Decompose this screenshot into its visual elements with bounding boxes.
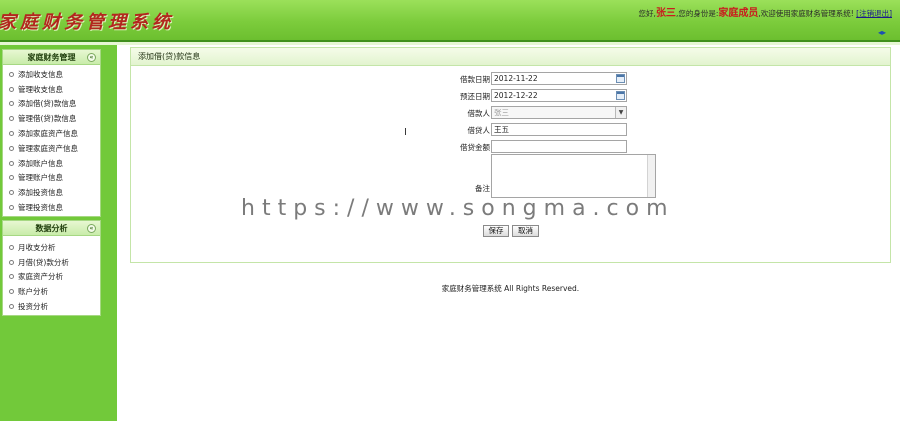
sidebar-item-label: 管理借(贷)款信息 (18, 114, 77, 124)
bullet-icon (9, 160, 14, 166)
bullet-icon (9, 116, 14, 122)
borrower-value: 张三 (494, 108, 509, 117)
user-name: 张三 (655, 8, 676, 19)
sidebar-item-label: 管理收支信息 (18, 84, 63, 94)
bullet-icon (9, 71, 14, 77)
sidebar-item-manage-loan[interactable]: 管理借(贷)款信息 (3, 111, 100, 126)
sidebar-item-label: 添加家庭资产信息 (18, 129, 78, 139)
sidebar-item-label: 添加账户信息 (18, 158, 63, 168)
greeting-prefix: 您好, (638, 9, 656, 18)
sidebar-item-label: 账户分析 (18, 287, 48, 297)
sidebar-item-manage-asset[interactable]: 管理家庭资产信息 (3, 141, 100, 156)
bullet-icon (9, 175, 14, 181)
user-info-bar: 您好,张三,您的身份是:家庭成员,欢迎使用家庭财务管理系统! [注销退出] (639, 4, 892, 19)
page-title: 添加借(贷)款信息 (131, 48, 890, 66)
header-strip (0, 42, 900, 45)
watermark-text: https://www.songma.com (241, 196, 675, 221)
sidebar-item-add-asset[interactable]: 添加家庭资产信息 (3, 126, 100, 141)
remark-label: 备注 (475, 184, 490, 193)
bullet-icon (9, 304, 14, 310)
sidebar-item-label: 月借(贷)款分析 (18, 257, 69, 267)
sidebar-item-label: 家庭资产分析 (18, 272, 63, 282)
left-sidebar: 家庭财务管理 « 添加收支信息 管理收支信息 添加借(贷)款信息 管理借(贷)款… (0, 45, 117, 421)
loan-date-value: 2012-11-22 (494, 74, 538, 83)
remark-textarea[interactable] (491, 154, 656, 198)
sidebar-item-account-analysis[interactable]: 账户分析 (3, 284, 100, 299)
bullet-icon (9, 274, 14, 280)
bullet-icon (9, 190, 14, 196)
sidebar-item-add-loan[interactable]: 添加借(贷)款信息 (3, 97, 100, 112)
analysis-menu-panel: 数据分析 « 月收支分析 月借(贷)款分析 家庭资产分析 账户分析 投资分析 (2, 220, 101, 316)
sidebar-item-investment-analysis[interactable]: 投资分析 (3, 299, 100, 314)
lender-input[interactable]: 王五 (491, 123, 627, 136)
main-content-panel: 添加借(贷)款信息 借款日期 2012-11-22 预还日期 2012-12-2… (130, 47, 891, 263)
logout-link[interactable]: [注销退出] (856, 9, 892, 18)
analysis-menu-header[interactable]: 数据分析 « (3, 221, 100, 236)
loan-date-input[interactable]: 2012-11-22 (491, 72, 627, 85)
borrower-label: 借款人 (467, 109, 491, 118)
bullet-icon (9, 205, 14, 211)
footer-copyright: 家庭财务管理系统 All Rights Reserved. (441, 284, 580, 293)
cancel-button[interactable]: 取消 (512, 225, 539, 237)
collapse-icon[interactable]: « (87, 53, 96, 62)
sidebar-item-add-income-expense[interactable]: 添加收支信息 (3, 67, 100, 82)
calendar-icon[interactable] (616, 91, 625, 100)
user-role: 家庭成员 (718, 8, 759, 19)
sidebar-item-label: 添加借(贷)款信息 (18, 99, 77, 109)
sidebar-item-label: 添加收支信息 (18, 69, 63, 79)
loan-date-label: 借款日期 (460, 75, 490, 84)
sidebar-item-manage-income-expense[interactable]: 管理收支信息 (3, 82, 100, 97)
top-header: 家庭财务管理系统 您好,张三,您的身份是:家庭成员,欢迎使用家庭财务管理系统! … (0, 0, 900, 40)
nav-arrows-glyph: ◂▸ (877, 28, 887, 37)
app-logo: 家庭财务管理系统 (0, 12, 174, 33)
return-date-value: 2012-12-22 (494, 91, 538, 100)
sidebar-item-monthly-income-analysis[interactable]: 月收支分析 (3, 240, 100, 255)
textarea-scrollbar[interactable] (647, 155, 655, 197)
bullet-icon (9, 244, 14, 250)
nav-arrows-icon[interactable]: ◂▸ (874, 28, 890, 37)
bullet-icon (9, 145, 14, 151)
save-button[interactable]: 保存 (483, 225, 509, 237)
bullet-icon (9, 131, 14, 137)
sidebar-item-label: 管理账户信息 (18, 173, 63, 183)
sidebar-item-label: 月收支分析 (18, 242, 56, 252)
collapse-icon[interactable]: « (87, 224, 96, 233)
bullet-icon (9, 259, 14, 265)
identity-prefix: ,您的身份是: (675, 9, 719, 18)
calendar-icon[interactable] (616, 74, 625, 83)
amount-label: 借贷金额 (460, 143, 490, 152)
sidebar-item-label: 添加投资信息 (18, 188, 63, 198)
sidebar-item-label: 管理投资信息 (18, 203, 63, 213)
finance-menu-header[interactable]: 家庭财务管理 « (3, 50, 100, 65)
borrower-select[interactable]: 张三 ▼ (491, 106, 627, 119)
sidebar-item-label: 管理家庭资产信息 (18, 143, 78, 153)
finance-menu-panel: 家庭财务管理 « 添加收支信息 管理收支信息 添加借(贷)款信息 管理借(贷)款… (2, 49, 101, 217)
bullet-icon (9, 101, 14, 107)
lender-label: 借贷人 (467, 126, 491, 135)
text-cursor-icon: I (404, 127, 407, 138)
bullet-icon (9, 86, 14, 92)
finance-menu-title: 家庭财务管理 (27, 53, 76, 62)
sidebar-item-label: 投资分析 (18, 302, 48, 312)
sidebar-item-add-investment[interactable]: 添加投资信息 (3, 185, 100, 200)
lender-value: 王五 (494, 125, 509, 134)
sidebar-item-monthly-loan-analysis[interactable]: 月借(贷)款分析 (3, 255, 100, 270)
amount-input[interactable] (491, 140, 627, 153)
sidebar-item-manage-investment[interactable]: 管理投资信息 (3, 200, 100, 215)
analysis-menu-title: 数据分析 (35, 224, 68, 233)
bullet-icon (9, 289, 14, 295)
return-date-input[interactable]: 2012-12-22 (491, 89, 627, 102)
sidebar-item-manage-account[interactable]: 管理账户信息 (3, 171, 100, 186)
chevron-down-icon[interactable]: ▼ (615, 107, 626, 118)
sidebar-item-asset-analysis[interactable]: 家庭资产分析 (3, 270, 100, 285)
welcome-text: ,欢迎使用家庭财务管理系统! (758, 9, 854, 18)
return-date-label: 预还日期 (460, 92, 490, 101)
sidebar-item-add-account[interactable]: 添加账户信息 (3, 156, 100, 171)
